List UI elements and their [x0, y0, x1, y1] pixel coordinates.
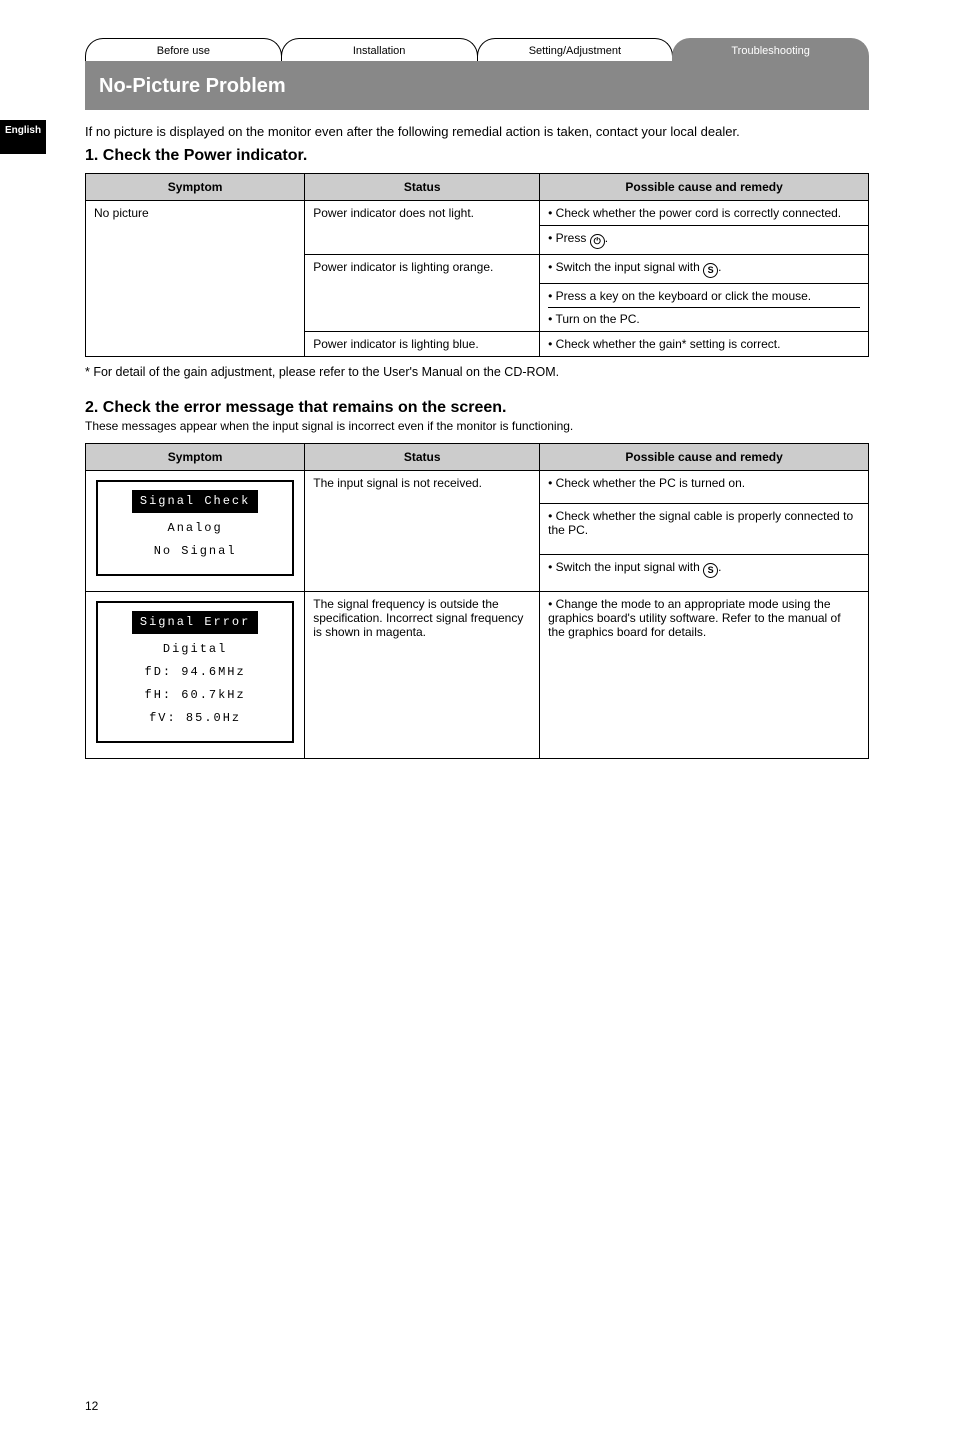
cell-action: • Press a key on the keyboard or click t…: [540, 284, 869, 332]
signal-check-title: Signal Check: [132, 490, 258, 513]
power-icon: ⏻: [590, 234, 605, 249]
cell-action: • Change the mode to an appropriate mode…: [540, 592, 869, 759]
cell-action: • Check whether the PC is turned on.: [540, 471, 869, 504]
tab-setting: Setting/Adjustment: [477, 38, 674, 61]
th-status: Status: [305, 444, 540, 471]
s-icon: S: [703, 263, 718, 278]
table-row: No picture Power indicator does not ligh…: [86, 201, 869, 226]
signal-check-line2: No Signal: [106, 540, 284, 563]
cell-symptom-box2: Signal Error Digital fD: 94.6MHz fH: 60.…: [86, 592, 305, 759]
signal-error-title: Signal Error: [132, 611, 258, 634]
section1-heading: 1. Check the Power indicator.: [85, 147, 869, 165]
tab-row: Before use Installation Setting/Adjustme…: [85, 38, 869, 61]
cell-action: • Check whether the signal cable is prop…: [540, 503, 869, 554]
intro-text: If no picture is displayed on the monito…: [85, 124, 869, 139]
signal-error-line1: Digital: [106, 638, 284, 661]
language-label: English: [5, 125, 41, 136]
footnote: * For detail of the gain adjustment, ple…: [85, 365, 869, 379]
section2-sub: These messages appear when the input sig…: [85, 419, 869, 433]
cell-status: Power indicator is lighting blue.: [305, 332, 540, 357]
signal-error-line4: fV: 85.0Hz: [106, 707, 284, 730]
table-error-message: Symptom Status Possible cause and remedy…: [85, 443, 869, 759]
table-row: Signal Error Digital fD: 94.6MHz fH: 60.…: [86, 592, 869, 759]
table-header-row: Symptom Status Possible cause and remedy: [86, 444, 869, 471]
table-row: Signal Check Analog No Signal The input …: [86, 471, 869, 504]
page-number: 12: [85, 1399, 869, 1413]
tab-before-use: Before use: [85, 38, 282, 61]
tab-troubleshooting: Troubleshooting: [672, 38, 869, 61]
th-status: Status: [305, 174, 540, 201]
table-header-row: Symptom Status Possible cause and remedy: [86, 174, 869, 201]
table-power-indicator: Symptom Status Possible cause and remedy…: [85, 173, 869, 357]
cell-action: • Switch the input signal with S.: [540, 554, 869, 592]
page-title: No-Picture Problem: [85, 61, 869, 110]
cell-action: • Check whether the power cord is correc…: [540, 201, 869, 226]
signal-check-line1: Analog: [106, 517, 284, 540]
th-symptom: Symptom: [86, 444, 305, 471]
section2-heading: 2. Check the error message that remains …: [85, 399, 869, 417]
cell-action: • Switch the input signal with S.: [540, 255, 869, 284]
cell-symptom-box1: Signal Check Analog No Signal: [86, 471, 305, 592]
language-tab: English: [0, 120, 46, 154]
signal-error-line3: fH: 60.7kHz: [106, 684, 284, 707]
cell-symptom: No picture: [86, 201, 305, 357]
signal-check-box: Signal Check Analog No Signal: [96, 480, 294, 576]
cell-status: Power indicator does not light.: [305, 201, 540, 255]
cell-status: The signal frequency is outside the spec…: [305, 592, 540, 759]
cell-action: • Check whether the gain* setting is cor…: [540, 332, 869, 357]
th-action: Possible cause and remedy: [540, 174, 869, 201]
signal-error-line2: fD: 94.6MHz: [106, 661, 284, 684]
th-action: Possible cause and remedy: [540, 444, 869, 471]
cell-status: The input signal is not received.: [305, 471, 540, 592]
cell-action: • Press ⏻.: [540, 226, 869, 255]
cell-status: Power indicator is lighting orange.: [305, 255, 540, 332]
s-icon: S: [703, 563, 718, 578]
tab-installation: Installation: [281, 38, 478, 61]
th-symptom: Symptom: [86, 174, 305, 201]
signal-error-box: Signal Error Digital fD: 94.6MHz fH: 60.…: [96, 601, 294, 743]
